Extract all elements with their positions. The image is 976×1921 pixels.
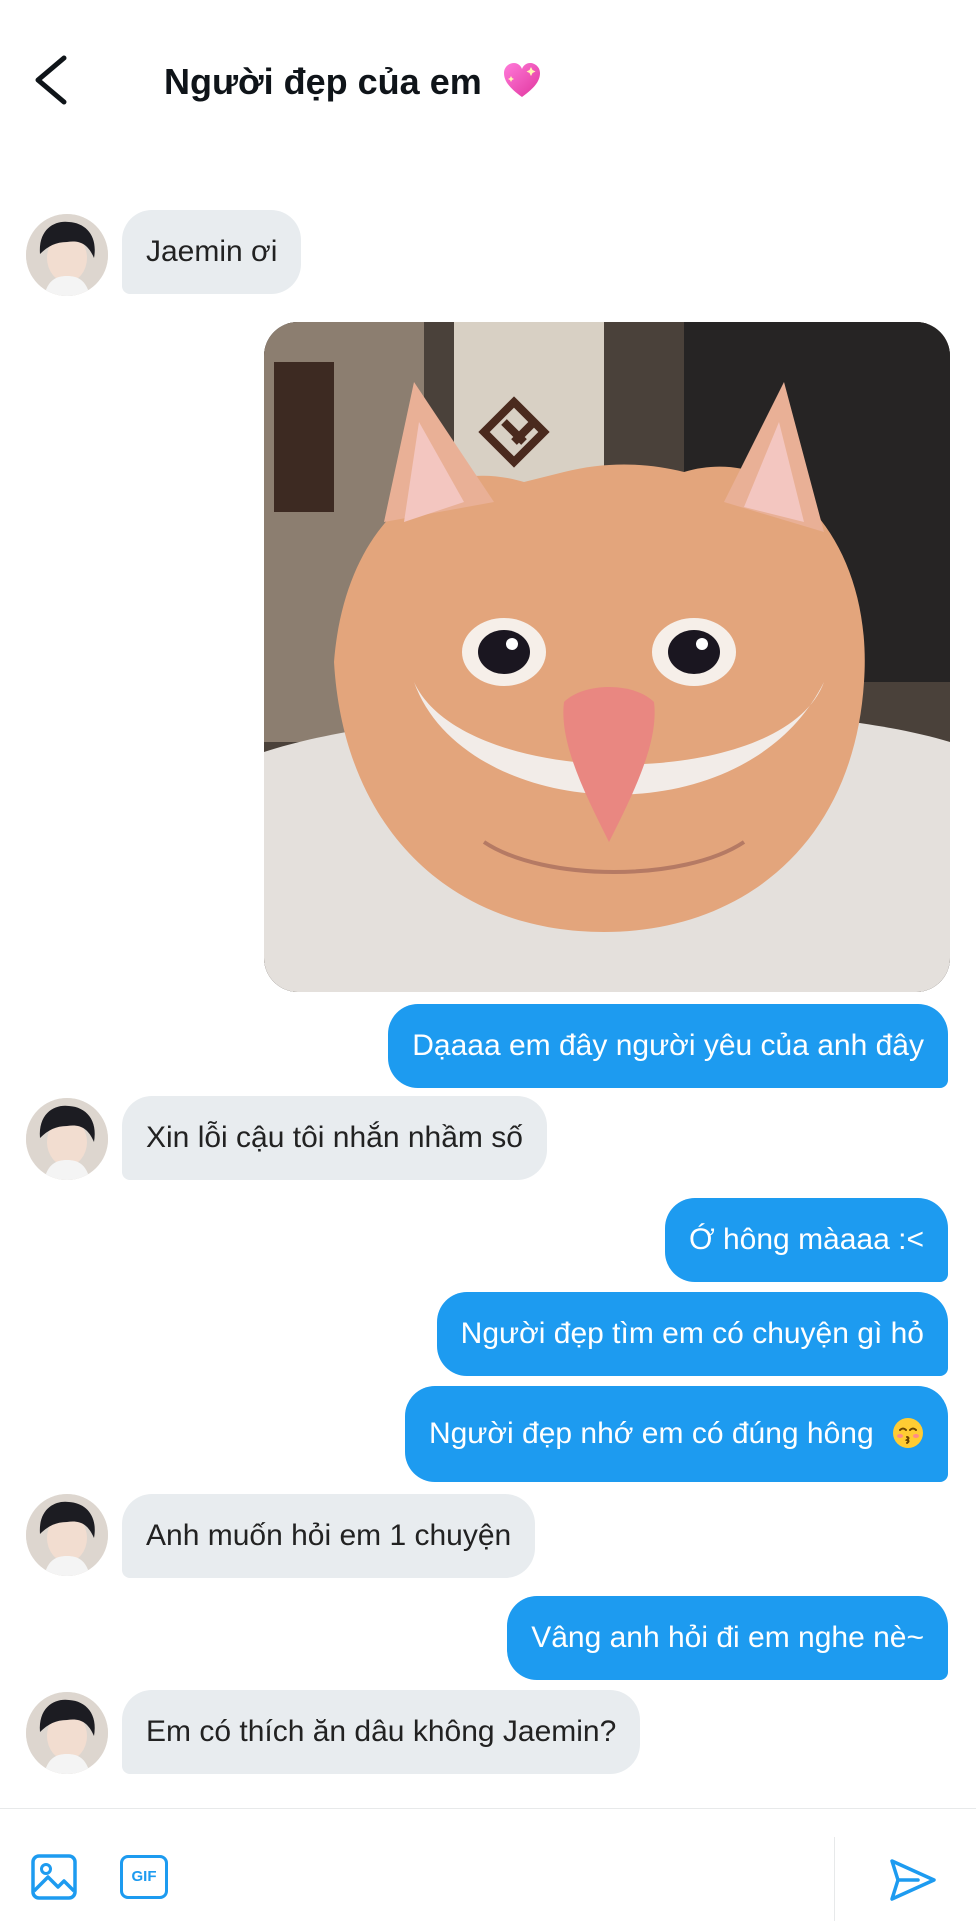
message-bubble-outgoing[interactable]: Người đẹp nhớ em có đúng hông: [404, 1386, 948, 1482]
message-bubble-incoming[interactable]: Anh muốn hỏi em 1 chuyện: [122, 1494, 536, 1578]
composer-divider: [834, 1837, 835, 1921]
send-icon: [890, 1859, 936, 1901]
send-button[interactable]: [888, 1855, 938, 1905]
composer-bar: GIF: [0, 1808, 976, 1921]
message-bubble-incoming[interactable]: Jaemin ơi: [122, 210, 302, 294]
kissing-face-icon: [892, 1392, 924, 1488]
cat-photo-icon: [264, 322, 950, 992]
message-bubble-outgoing[interactable]: Ớ hông màaaa :<: [664, 1198, 948, 1282]
message-bubble-outgoing[interactable]: Dạaaa em đây người yêu của anh đây: [388, 1004, 948, 1088]
message-bubble-outgoing[interactable]: Người đẹp tìm em có chuyện gì hỏ: [436, 1292, 948, 1376]
gif-button[interactable]: GIF: [120, 1855, 168, 1899]
avatar[interactable]: [26, 1692, 108, 1774]
message-thread: Jaemin ơi Dạaaa em đây người yêu của anh…: [0, 0, 976, 1808]
avatar[interactable]: [26, 1098, 108, 1180]
add-photo-button[interactable]: [30, 1853, 78, 1901]
image-icon: [31, 1854, 77, 1900]
avatar[interactable]: [26, 214, 108, 296]
avatar[interactable]: [26, 1494, 108, 1576]
message-bubble-outgoing[interactable]: Vâng anh hỏi đi em nghe nè~: [507, 1596, 948, 1680]
message-bubble-incoming[interactable]: Em có thích ăn dâu không Jaemin?: [122, 1690, 641, 1774]
message-text: Người đẹp nhớ em có đúng hông: [428, 1417, 874, 1450]
message-bubble-incoming[interactable]: Xin lỗi cậu tôi nhắn nhầm số: [122, 1096, 547, 1180]
image-message[interactable]: [264, 322, 950, 992]
